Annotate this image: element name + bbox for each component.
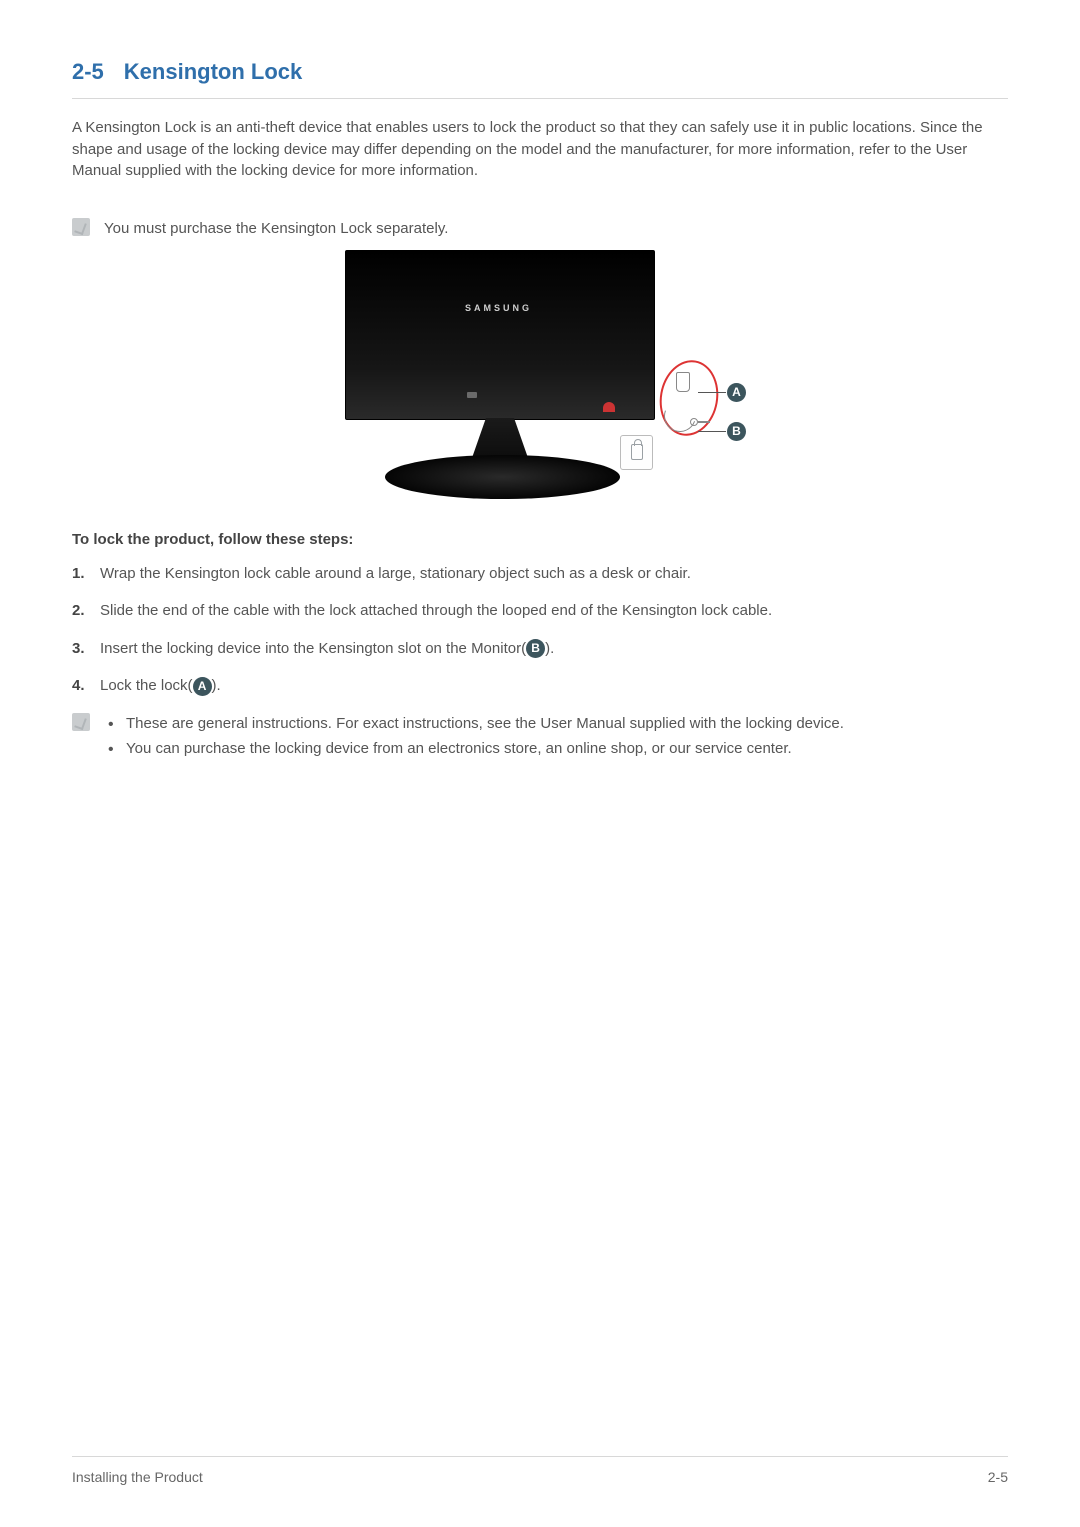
closing-note-2: You can purchase the locking device from… (104, 738, 844, 760)
leader-line-b (698, 431, 726, 432)
lock-body-icon (676, 372, 690, 392)
footer-left: Installing the Product (72, 1467, 203, 1487)
section-heading: 2-5 Kensington Lock (72, 56, 1008, 99)
note-separate-purchase: You must purchase the Kensington Lock se… (72, 218, 1008, 240)
monitor-brand-label: SAMSUNG (465, 302, 532, 315)
monitor-port (467, 392, 477, 398)
step-1-text: Wrap the Kensington lock cable around a … (100, 565, 691, 582)
steps-heading: To lock the product, follow these steps: (72, 529, 1008, 551)
monitor-kensington-slot (603, 402, 615, 412)
step-3: Insert the locking device into the Kensi… (72, 636, 1008, 662)
closing-note-1: These are general instructions. For exac… (104, 713, 844, 735)
note-icon (72, 218, 90, 236)
section-number: 2-5 (72, 56, 104, 88)
step-2: Slide the end of the cable with the lock… (72, 598, 1008, 624)
closing-note-list: These are general instructions. For exac… (104, 713, 844, 765)
intro-paragraph: A Kensington Lock is an anti-theft devic… (72, 117, 1008, 182)
note-icon (72, 713, 90, 731)
monitor-base (385, 455, 620, 499)
closing-note-block: These are general instructions. For exac… (72, 713, 1008, 765)
section-title: Kensington Lock (124, 56, 302, 88)
marker-b-badge: B (727, 422, 746, 441)
lock-slot-icon (631, 444, 643, 460)
monitor-figure: SAMSUNG A B (335, 250, 745, 505)
step-1: Wrap the Kensington lock cable around a … (72, 561, 1008, 587)
footer-right: 2-5 (988, 1467, 1008, 1487)
marker-a-badge: A (727, 383, 746, 402)
step-2-text: Slide the end of the cable with the lock… (100, 602, 772, 619)
step-3-pre: Insert the locking device into the Kensi… (100, 640, 526, 657)
page-footer: Installing the Product 2-5 (72, 1456, 1008, 1487)
step-4: Lock the lock(A). (72, 673, 1008, 699)
key-icon (690, 418, 710, 426)
figure-wrap: SAMSUNG A B (72, 250, 1008, 505)
page-container: 2-5 Kensington Lock A Kensington Lock is… (0, 0, 1080, 1527)
step-4-post: ). (212, 677, 221, 694)
steps-list: Wrap the Kensington lock cable around a … (72, 561, 1008, 699)
step-4-pre: Lock the lock( (100, 677, 193, 694)
inline-badge-a: A (193, 677, 212, 696)
monitor-back (345, 250, 655, 420)
note-text: You must purchase the Kensington Lock se… (104, 218, 448, 240)
kensington-slot-callout (620, 435, 653, 470)
step-3-post: ). (545, 640, 554, 657)
leader-line-a (698, 392, 726, 393)
inline-badge-b: B (526, 639, 545, 658)
